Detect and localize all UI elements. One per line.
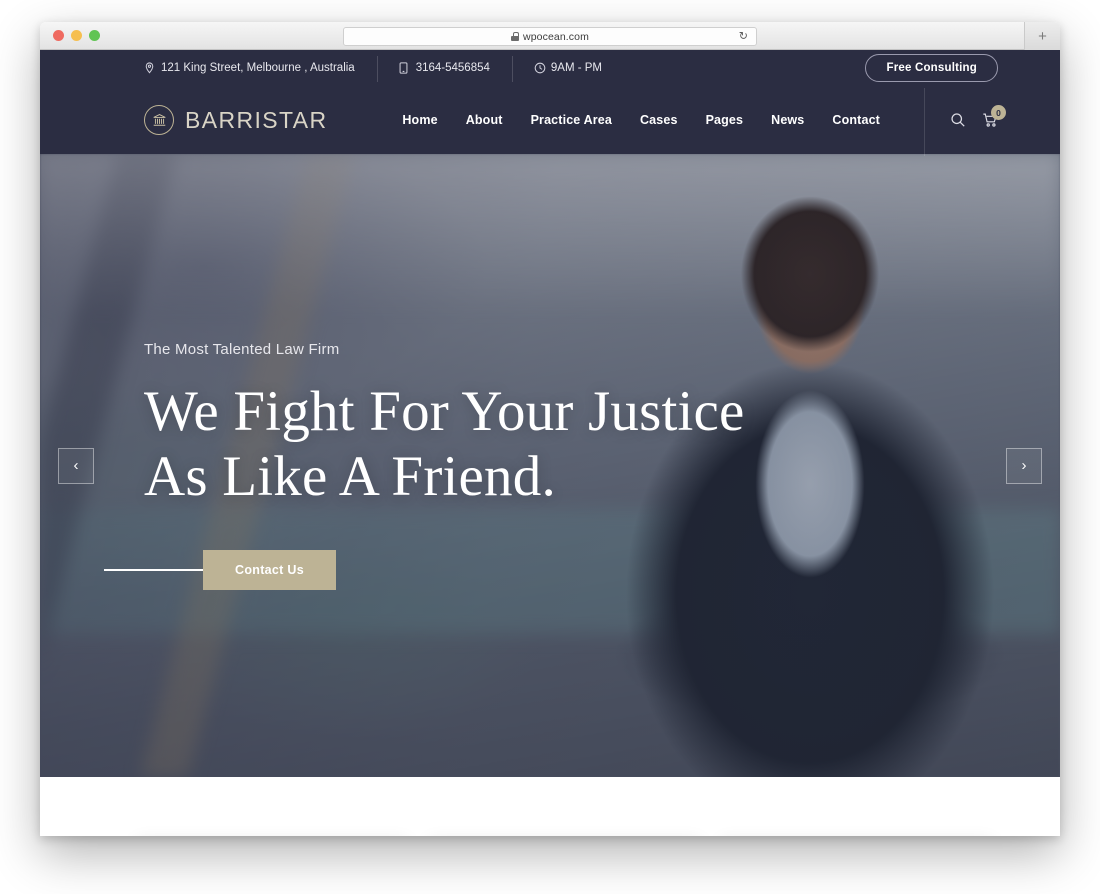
nav-item-home[interactable]: Home <box>388 113 451 127</box>
maximize-window-button[interactable] <box>89 30 100 41</box>
courthouse-icon <box>144 105 174 135</box>
top-info-group: 121 King Street, Melbourne , Australia 3… <box>144 56 624 82</box>
slider-prev-button[interactable]: ‹ <box>58 447 94 484</box>
hero-title-line-1: We Fight For Your Justice <box>144 380 745 444</box>
cta-accent-line <box>104 568 203 571</box>
nav-item-cases[interactable]: Cases <box>626 113 692 127</box>
hours-item: 9AM - PM <box>511 56 624 82</box>
hero-title-line-2: As Like A Friend. <box>144 445 556 508</box>
site-header: BARRISTAR Home About Practice Area Cases… <box>40 86 1060 156</box>
hero-subtitle: The Most Talented Law Firm <box>144 341 340 359</box>
free-consulting-button[interactable]: Free Consulting <box>865 54 998 82</box>
top-info-bar: 121 King Street, Melbourne , Australia 3… <box>40 50 1060 86</box>
reload-icon[interactable]: ↻ <box>739 31 748 42</box>
hero-slider: The Most Talented Law Firm We Fight For … <box>40 154 1060 777</box>
phone-text: 3164-5456854 <box>415 62 490 74</box>
address-text: 121 King Street, Melbourne , Australia <box>161 62 355 74</box>
nav-item-pages[interactable]: Pages <box>692 113 758 127</box>
header-tools: 0 <box>924 88 1006 156</box>
slider-next-button[interactable]: › <box>1006 447 1042 484</box>
contact-us-button[interactable]: Contact Us <box>203 549 336 590</box>
browser-window: wpocean.com ↻ + 121 King Street, Melbour… <box>40 22 1060 836</box>
nav-item-practice-area[interactable]: Practice Area <box>517 113 626 127</box>
close-window-button[interactable] <box>53 30 64 41</box>
nav-item-about[interactable]: About <box>452 113 517 127</box>
brand-logo[interactable]: BARRISTAR <box>144 105 328 135</box>
main-navigation: Home About Practice Area Cases Pages New… <box>388 88 1006 156</box>
location-pin-icon <box>144 62 155 74</box>
cart-button[interactable]: 0 <box>982 105 1006 128</box>
address-bar[interactable]: wpocean.com ↻ <box>343 27 757 46</box>
clock-icon <box>534 62 546 74</box>
page-root: wpocean.com ↻ + 121 King Street, Melbour… <box>0 0 1100 894</box>
hero-cta-row: Contact Us <box>104 549 745 590</box>
chevron-left-icon: ‹ <box>73 457 79 474</box>
new-tab-button[interactable]: + <box>1024 22 1060 50</box>
browser-chrome: wpocean.com ↻ + <box>40 22 1060 50</box>
brand-name: BARRISTAR <box>185 106 328 133</box>
search-icon[interactable] <box>950 112 966 128</box>
minimize-window-button[interactable] <box>71 30 82 41</box>
hero-title: We Fight For Your Justice As Like A Frie… <box>144 380 745 510</box>
website-viewport: 121 King Street, Melbourne , Australia 3… <box>40 50 1060 836</box>
phone-item: 3164-5456854 <box>376 56 512 82</box>
features-section: Book Your Appointment <box>40 777 1060 836</box>
mobile-phone-icon <box>399 62 410 74</box>
nav-item-news[interactable]: News <box>757 113 818 127</box>
cart-count-badge: 0 <box>991 105 1006 120</box>
window-controls[interactable] <box>53 30 100 41</box>
hero-content: The Most Talented Law Firm We Fight For … <box>104 154 745 777</box>
address-item: 121 King Street, Melbourne , Australia <box>144 62 377 74</box>
chevron-right-icon: › <box>1021 457 1027 474</box>
url-text: wpocean.com <box>523 30 589 43</box>
lock-icon <box>511 32 520 41</box>
hours-text: 9AM - PM <box>550 62 603 74</box>
nav-item-contact[interactable]: Contact <box>818 113 894 127</box>
